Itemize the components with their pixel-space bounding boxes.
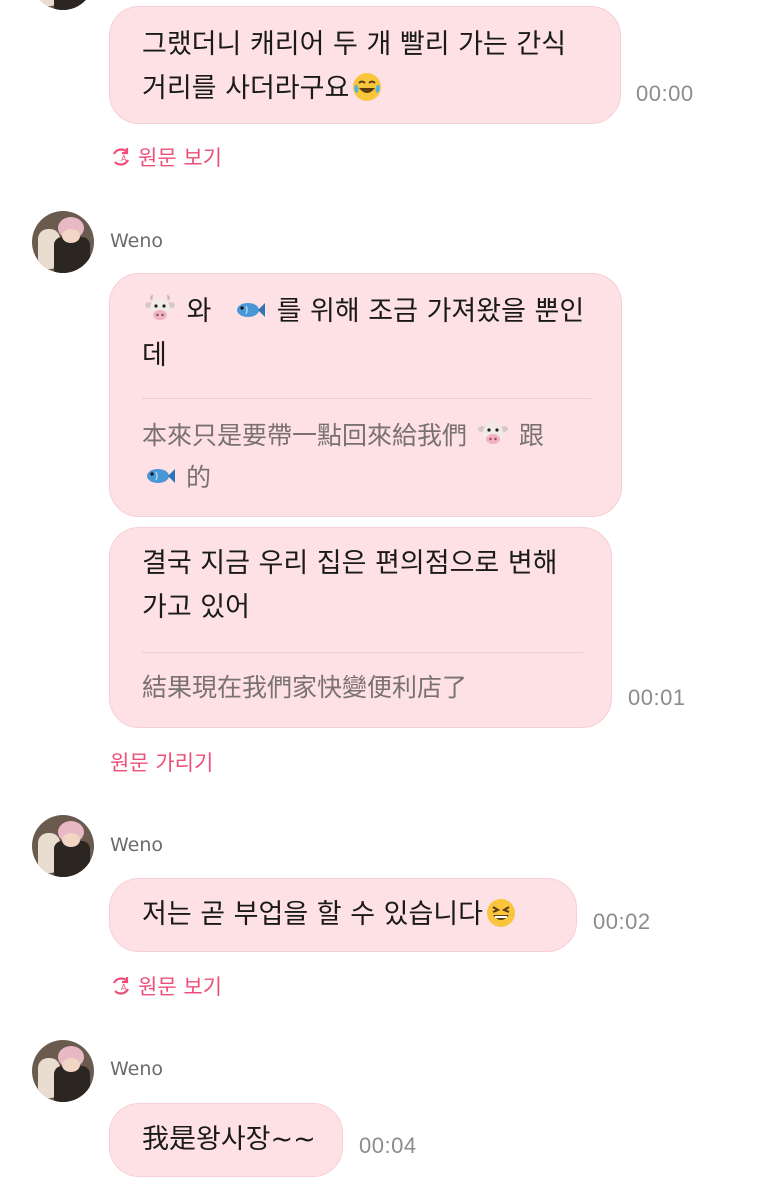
fish-emoji-icon — [237, 303, 266, 317]
translation-text: 本來只是要帶一點回來給我們 — [142, 421, 468, 450]
show-original-link[interactable]: A 원문 보기 — [110, 971, 222, 1001]
message-text: 거리를 사더라구요 — [142, 73, 350, 104]
message-time: 00:01 — [628, 685, 686, 710]
message-text: 我是왕사장~~ — [142, 1124, 316, 1155]
translation-divider — [142, 652, 583, 653]
message-text: 데 — [142, 340, 167, 371]
avatar[interactable] — [32, 1040, 94, 1102]
translate-icon: A — [113, 148, 129, 166]
sender-name: Weno — [110, 230, 164, 252]
message-text: 결국 지금 우리 집은 편의점으로 변해 — [142, 548, 558, 579]
translation-text: 跟 — [518, 421, 544, 450]
message-bubble[interactable]: 결국 지금 우리 집은 편의점으로 변해 가고 있어 結果現在我們家快變便利店了 — [109, 527, 612, 728]
show-original-link[interactable]: A 원문 보기 — [110, 142, 222, 172]
translation-text: 的 — [185, 463, 211, 492]
message-time: 00:04 — [359, 1133, 417, 1158]
message-text: 를 위해 조금 가져왔을 뿐인 — [276, 296, 585, 327]
svg-text:A: A — [121, 154, 127, 163]
message-time: 00:02 — [593, 909, 651, 934]
cow-face-emoji-icon — [145, 295, 175, 320]
sender-name: Weno — [110, 834, 164, 856]
avatar[interactable] — [32, 0, 94, 10]
message-time: 00:00 — [636, 81, 694, 106]
sender-name: Weno — [110, 1058, 164, 1080]
fish-emoji-icon — [147, 469, 175, 483]
svg-text:A: A — [121, 983, 127, 992]
message-bubble[interactable]: 그랬더니 캐리어 두 개 빨리 가는 간식 거리를 사더라구요 — [109, 6, 621, 124]
message-text: 와 — [186, 296, 212, 327]
message-text: 그랬더니 캐리어 두 개 빨리 가는 간식 — [142, 29, 567, 60]
message-bubble[interactable]: 저는 곧 부업을 할 수 있습니다 — [109, 878, 577, 952]
translation-divider — [142, 398, 591, 399]
avatar[interactable] — [32, 815, 94, 877]
show-original-label: 원문 보기 — [138, 975, 222, 999]
message-bubble[interactable]: 와 를 위해 조금 가져왔을 뿐인 데 本來只是要帶一點回來給我們 跟 的 — [109, 273, 622, 517]
cow-face-emoji-icon — [477, 422, 508, 444]
laughing-tears-emoji-icon — [353, 73, 382, 101]
hide-original-link[interactable]: 원문 가리기 — [110, 747, 213, 777]
show-original-label: 원문 보기 — [138, 146, 222, 170]
message-bubble[interactable]: 我是왕사장~~ — [109, 1103, 343, 1177]
message-text: 가고 있어 — [142, 592, 250, 623]
translation-text: 結果現在我們家快變便利店了 — [142, 673, 468, 702]
hide-original-label: 원문 가리기 — [110, 751, 214, 775]
message-text: 저는 곧 부업을 할 수 있습니다 — [142, 899, 483, 930]
grinning-squinting-emoji-icon — [487, 899, 515, 927]
avatar[interactable] — [32, 211, 94, 273]
translate-icon: A — [113, 977, 129, 995]
